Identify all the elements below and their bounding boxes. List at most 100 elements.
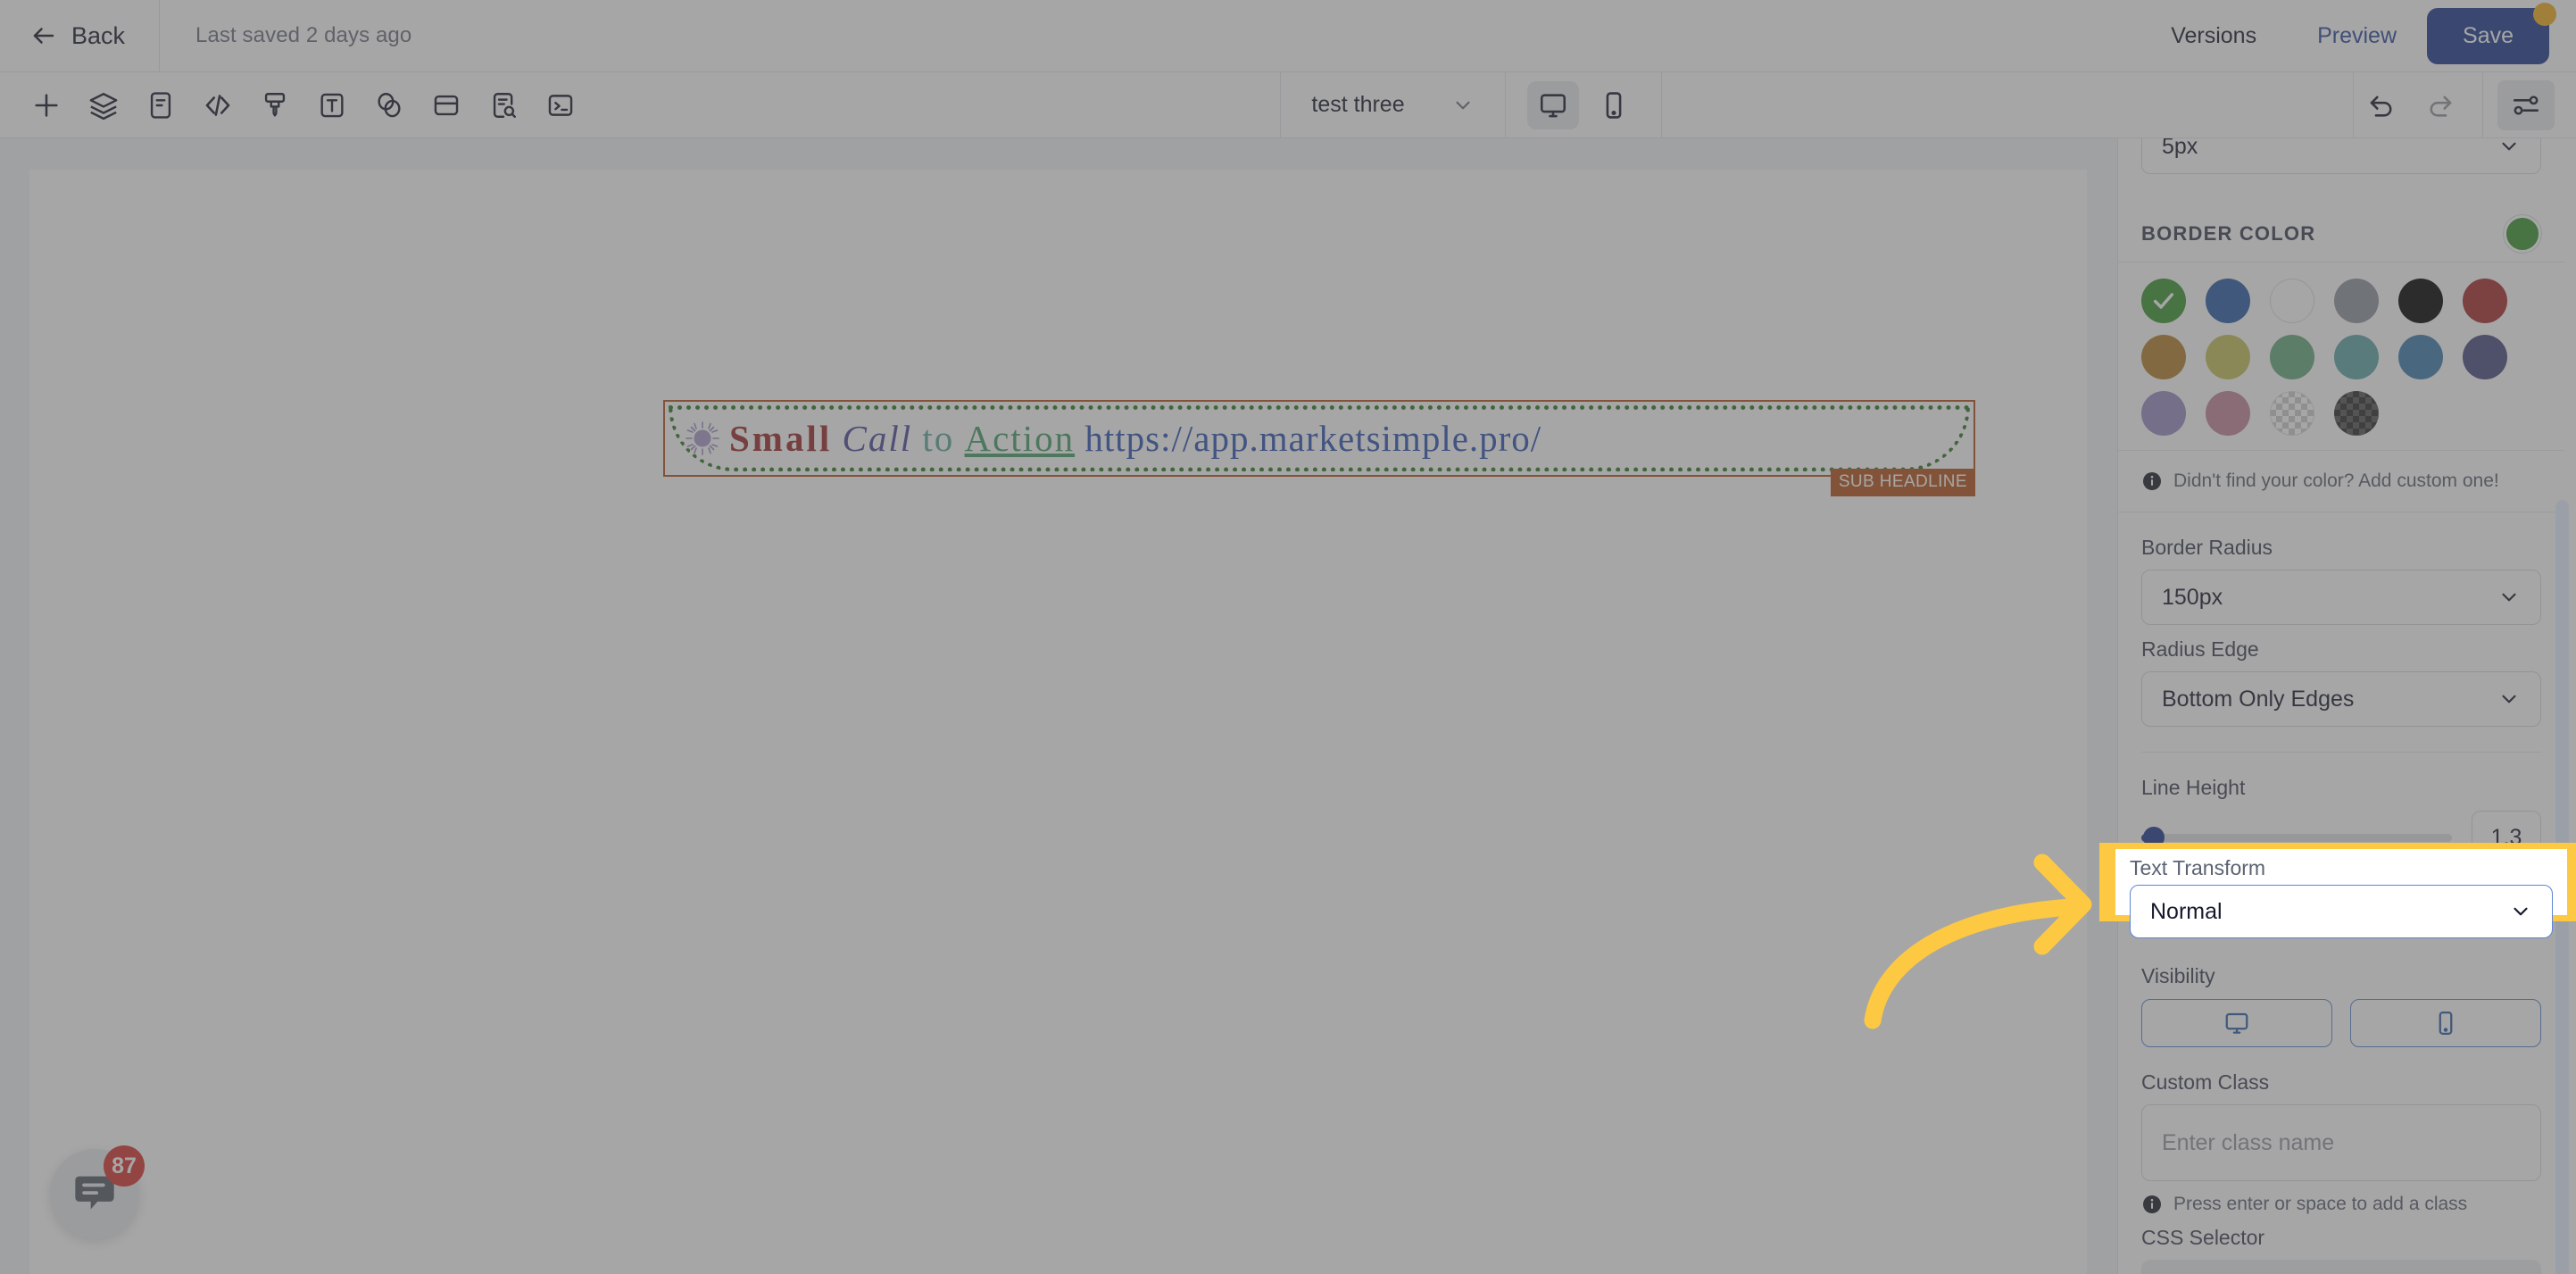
- code-icon[interactable]: [189, 80, 246, 130]
- text-transform-group: Text Transform Normal: [2115, 849, 2567, 938]
- custom-class-placeholder: Enter class name: [2162, 1129, 2335, 1155]
- color-swatch-black[interactable]: [2398, 279, 2443, 323]
- border-radius-value: 150px: [2162, 584, 2223, 610]
- mobile-view-button[interactable]: [1588, 81, 1640, 129]
- text-transform-value: Normal: [2150, 898, 2223, 924]
- css-selector-field: #sub-heading-owdHnaZLzf: [2141, 1260, 2541, 1274]
- custom-class-input[interactable]: Enter class name: [2141, 1104, 2541, 1181]
- toolbar-left-icons: [0, 80, 589, 130]
- visibility-mobile-button[interactable]: [2350, 999, 2541, 1047]
- chevron-down-icon: [2497, 687, 2521, 711]
- color-swatch-grid: [2141, 279, 2516, 436]
- custom-class-hint-text: Press enter or space to add a class: [2173, 1194, 2468, 1214]
- custom-class-hint: Press enter or space to add a class: [2118, 1181, 2564, 1215]
- settings-sliders-icon[interactable]: [2497, 79, 2555, 130]
- color-swatch-blue[interactable]: [2206, 279, 2250, 323]
- color-swatch-sage[interactable]: [2270, 335, 2314, 379]
- color-swatch-dark-transparent[interactable]: [2334, 391, 2379, 436]
- text-word-call: Call: [842, 418, 913, 459]
- line-height-slider[interactable]: [2141, 827, 2452, 848]
- visibility-toggle-group: [2118, 999, 2564, 1047]
- container-icon[interactable]: [418, 80, 475, 130]
- color-blend-icon[interactable]: [361, 80, 418, 130]
- visibility-label: Visibility: [2141, 964, 2215, 987]
- info-icon: [2141, 1194, 2163, 1215]
- text-word-small: Small: [729, 418, 833, 459]
- border-color-header: BORDER COLOR: [2118, 206, 2564, 262]
- undo-icon[interactable]: [2354, 80, 2411, 130]
- chevron-down-icon: [1451, 94, 1475, 117]
- chevron-down-icon: [2497, 138, 2521, 158]
- color-swatch-gray[interactable]: [2334, 279, 2379, 323]
- line-height-label: Line Height: [2141, 776, 2246, 799]
- custom-color-hint-text: Didn't find your color? Add custom one!: [2173, 470, 2499, 491]
- radius-edge-label: Radius Edge: [2141, 637, 2259, 661]
- seo-icon[interactable]: [475, 80, 532, 130]
- document-icon[interactable]: [132, 80, 189, 130]
- chat-support-button[interactable]: 87: [50, 1145, 145, 1238]
- color-swatch-lavender[interactable]: [2141, 391, 2186, 436]
- canvas-area[interactable]: Small Call to Action https://app.markets…: [0, 138, 2117, 1274]
- save-label: Save: [2463, 22, 2514, 48]
- info-icon: [2141, 470, 2163, 492]
- terminal-icon[interactable]: [532, 80, 589, 130]
- text-icon[interactable]: [303, 80, 361, 130]
- add-icon[interactable]: [18, 80, 75, 130]
- chevron-down-icon: [2497, 586, 2521, 609]
- divider: [2141, 752, 2541, 753]
- visibility-desktop-button[interactable]: [2141, 999, 2332, 1047]
- versions-button[interactable]: Versions: [2140, 23, 2287, 49]
- css-selector-label: CSS Selector: [2141, 1226, 2265, 1249]
- border-width-value: 5px: [2162, 138, 2198, 159]
- back-arrow-icon: [30, 22, 57, 49]
- chevron-down-icon: [2509, 900, 2532, 923]
- color-swatch-teal[interactable]: [2334, 335, 2379, 379]
- color-swatch-transparent[interactable]: [2270, 391, 2314, 436]
- color-swatch-green[interactable]: [2141, 279, 2186, 323]
- chat-unread-badge: 87: [104, 1145, 145, 1187]
- topbar-actions: Versions Preview Save: [2140, 2, 2576, 64]
- color-swatch-steel-blue[interactable]: [2398, 335, 2443, 379]
- page-selector[interactable]: test three: [1281, 72, 1504, 137]
- current-border-color-swatch[interactable]: [2504, 215, 2541, 253]
- sub-headline-text[interactable]: Small Call to Action https://app.markets…: [685, 417, 1541, 460]
- text-transform-label: Text Transform: [2130, 856, 2266, 879]
- text-word-to: to: [922, 418, 955, 459]
- layers-icon[interactable]: [75, 80, 132, 130]
- text-transform-highlight: Text Transform Normal: [2099, 843, 2576, 938]
- color-swatch-indigo[interactable]: [2463, 335, 2507, 379]
- border-radius-select[interactable]: 150px: [2141, 570, 2541, 625]
- text-link-action[interactable]: Action: [965, 417, 1076, 460]
- properties-panel-content: 5px BORDER COLOR Didn't find your color?…: [2118, 138, 2564, 1274]
- text-transform-select[interactable]: Normal: [2130, 885, 2553, 938]
- check-icon: [2141, 279, 2186, 323]
- border-radius-label: Border Radius: [2141, 536, 2273, 559]
- color-swatch-yellow[interactable]: [2206, 335, 2250, 379]
- page-selector-label: test three: [1311, 92, 1405, 117]
- element-type-badge: SUB HEADLINE: [1830, 469, 1975, 496]
- color-swatch-rose[interactable]: [2206, 391, 2250, 436]
- back-label: Back: [71, 21, 126, 49]
- canvas-page[interactable]: Small Call to Action https://app.markets…: [29, 170, 2087, 1274]
- redo-icon[interactable]: [2411, 80, 2468, 130]
- custom-color-hint: Didn't find your color? Add custom one!: [2118, 451, 2564, 512]
- back-button[interactable]: Back: [0, 0, 159, 71]
- desktop-view-button[interactable]: [1526, 80, 1579, 129]
- divider: [1660, 72, 1662, 137]
- save-button[interactable]: Save: [2427, 2, 2556, 64]
- properties-panel: 5px BORDER COLOR Didn't find your color?…: [2117, 138, 2576, 1274]
- divider: [2482, 72, 2484, 137]
- radius-edge-select[interactable]: Bottom Only Edges: [2141, 671, 2541, 727]
- sun-icon: [685, 421, 720, 456]
- color-swatch-white[interactable]: [2270, 279, 2314, 323]
- color-swatch-red[interactable]: [2463, 279, 2507, 323]
- toolbar-right-icons: [2354, 72, 2576, 137]
- preview-button[interactable]: Preview: [2287, 23, 2427, 49]
- brush-icon[interactable]: [246, 80, 303, 130]
- radius-edge-value: Bottom Only Edges: [2162, 686, 2355, 712]
- last-saved-text: Last saved 2 days ago: [195, 23, 412, 47]
- border-width-select[interactable]: 5px: [2141, 138, 2541, 174]
- selected-element-outline[interactable]: Small Call to Action https://app.markets…: [663, 400, 1975, 496]
- color-swatch-ochre[interactable]: [2141, 335, 2186, 379]
